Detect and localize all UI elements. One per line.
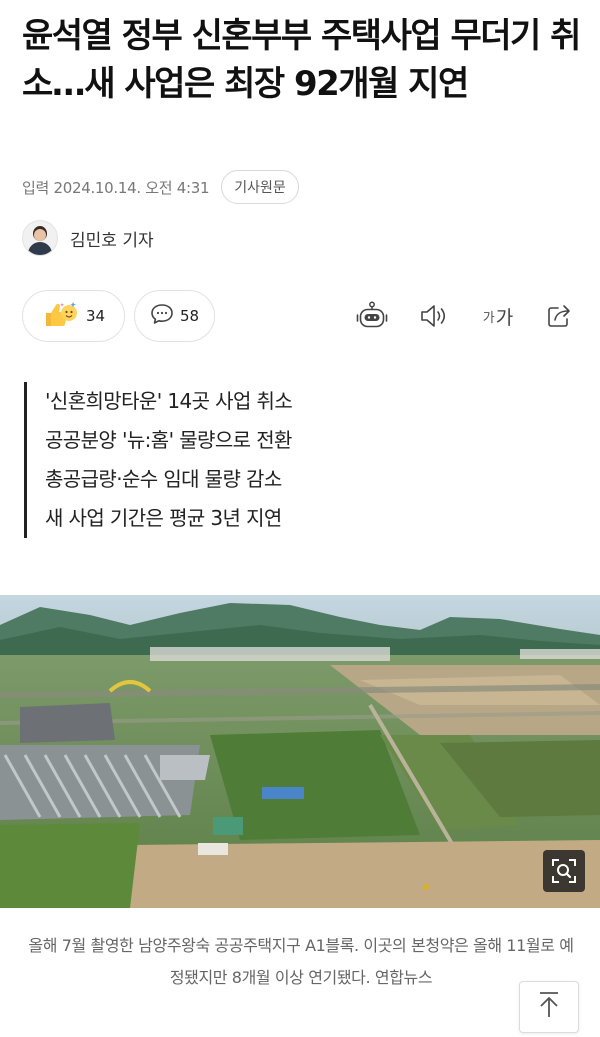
summary-line: '신혼희망타운' 14곳 사업 취소 bbox=[45, 389, 293, 413]
publish-date: 입력 2024.10.14. 오전 4:31 bbox=[22, 178, 210, 197]
font-size-small-label: 가 bbox=[482, 310, 495, 326]
article-meta: 입력 2024.10.14. 오전 4:31 기사원문 bbox=[22, 170, 299, 204]
reaction-count: 34 bbox=[85, 307, 106, 325]
comment-count: 58 bbox=[179, 307, 200, 325]
font-size-button[interactable]: 가가 bbox=[478, 300, 518, 332]
scroll-top-button[interactable] bbox=[519, 981, 579, 1033]
zoom-icon[interactable] bbox=[543, 850, 585, 892]
reaction-button[interactable]: 34 bbox=[22, 290, 125, 342]
article-actions: 34 58 가가 bbox=[22, 290, 578, 342]
article-photo[interactable] bbox=[0, 595, 600, 908]
original-article-button[interactable]: 기사원문 bbox=[221, 170, 299, 204]
robot-icon[interactable] bbox=[356, 300, 388, 332]
font-size-large-label: 가 bbox=[495, 306, 514, 329]
article-headline: 윤석열 정부 신혼부부 주택사업 무더기 취소…새 사업은 최장 92개월 지연 bbox=[22, 16, 581, 104]
photo-caption: 올해 7월 촬영한 남양주왕숙 공공주택지구 A1블록. 이곳의 본청약은 올해… bbox=[28, 936, 574, 987]
summary-line: 총공급량·순수 임대 물량 감소 bbox=[45, 467, 282, 491]
article-summary: '신혼희망타운' 14곳 사업 취소 공공분양 '뉴:홈' 물량으로 전환 총공… bbox=[24, 382, 293, 538]
author-avatar bbox=[22, 220, 58, 256]
summary-line: 공공분양 '뉴:홈' 물량으로 전환 bbox=[45, 428, 292, 452]
summary-line: 새 사업 기간은 평균 3년 지연 bbox=[45, 506, 282, 530]
speech-bubble-icon bbox=[150, 303, 174, 329]
speaker-icon[interactable] bbox=[418, 300, 450, 332]
share-icon[interactable] bbox=[544, 300, 576, 332]
author-name[interactable]: 김민호 기자 bbox=[70, 226, 154, 251]
author-info[interactable]: 김민호 기자 bbox=[22, 220, 154, 256]
arrow-up-icon bbox=[537, 991, 561, 1023]
thumbs-up-sparkle-icon bbox=[42, 299, 80, 333]
comment-button[interactable]: 58 bbox=[134, 290, 215, 342]
